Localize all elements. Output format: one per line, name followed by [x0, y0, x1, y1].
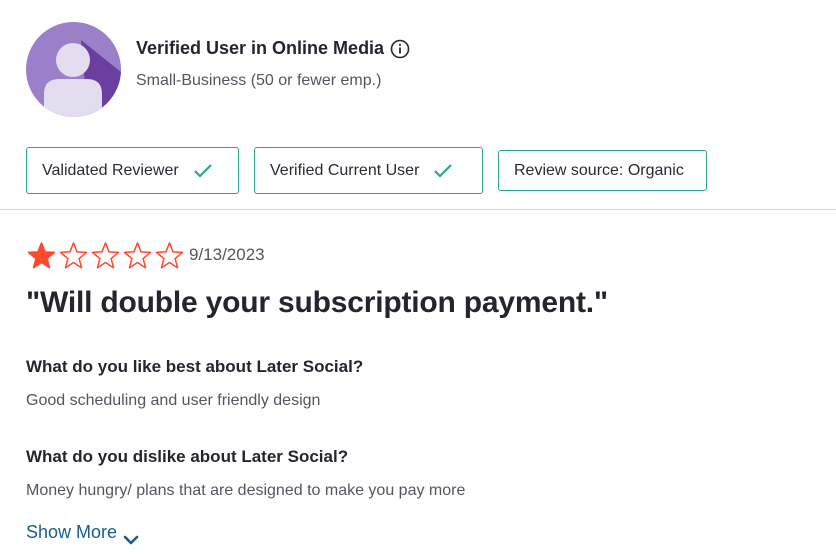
check-icon — [433, 163, 453, 179]
reviewer-avatar — [26, 22, 121, 117]
show-more-button[interactable]: Show More — [26, 522, 139, 545]
review-answer: Money hungry/ plans that are designed to… — [26, 482, 466, 499]
review-title: "Will double your subscription payment." — [26, 286, 608, 319]
check-icon — [193, 163, 213, 179]
reviewer-segment: Small-Business (50 or fewer emp.) — [136, 72, 382, 89]
review-question: What do you like best about Later Social… — [26, 357, 364, 376]
star-icon-empty — [59, 242, 88, 269]
show-more-label: Show More — [26, 522, 118, 542]
badge-label: Validated Reviewer — [42, 161, 179, 179]
star-icon-empty — [91, 242, 120, 269]
star-icon-empty — [155, 242, 184, 269]
star-icon-filled — [27, 242, 56, 269]
badge-validated-reviewer: Validated Reviewer — [26, 147, 239, 194]
badge-verified-current-user: Verified Current User — [254, 147, 483, 194]
review-answer: Good scheduling and user friendly design — [26, 392, 321, 409]
reviewer-name-text: Verified User in Online Media — [136, 38, 385, 58]
badge-label: Verified Current User — [270, 161, 420, 179]
reviewer-name: Verified User in Online Media — [136, 38, 410, 59]
review-question: What do you dislike about Later Social? — [26, 447, 349, 466]
chevron-down-icon — [123, 529, 139, 545]
review-date: 9/13/2023 — [189, 245, 265, 264]
badge-review-source: Review source: Organic — [498, 150, 707, 191]
section-divider — [0, 209, 836, 210]
star-rating — [26, 241, 185, 269]
info-icon[interactable] — [390, 39, 410, 59]
star-icon-empty — [123, 242, 152, 269]
badge-label: Review source: Organic — [514, 161, 684, 179]
